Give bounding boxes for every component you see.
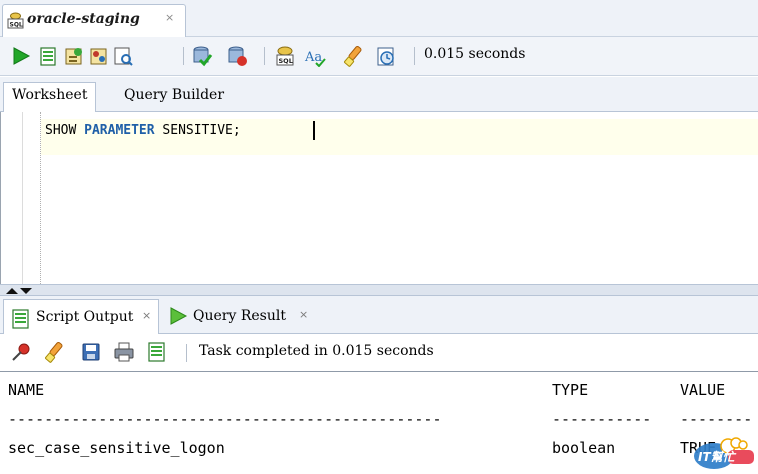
sql-keyword-show: SHOW — [45, 123, 77, 138]
clear-icon[interactable] — [44, 341, 66, 363]
panel-splitter[interactable] — [0, 284, 758, 296]
svg-text:Aa: Aa — [304, 50, 322, 65]
worksheet-tab-strip: Worksheet Query Builder — [0, 77, 758, 112]
svg-text:IT幫忙: IT幫忙 — [698, 450, 737, 464]
separator-name: ----------------------------------------… — [8, 410, 442, 428]
separator-value: -------- — [680, 410, 753, 428]
commit-icon[interactable] — [191, 45, 213, 67]
script-output-area[interactable]: NAME TYPE VALUE ------------------------… — [0, 373, 758, 474]
worksheet-toolbar: SQL Aa 0.015 seconds — [0, 37, 758, 76]
editor-gutter — [1, 112, 23, 284]
column-header-type: TYPE — [552, 381, 589, 399]
fold-margin — [40, 112, 41, 284]
document-tab-title: oracle-staging — [27, 11, 140, 27]
script-output-icon[interactable] — [146, 341, 168, 363]
execution-time: 0.015 seconds — [424, 46, 526, 62]
sql-argument: SENSITIVE; — [162, 123, 241, 138]
column-header-value: VALUE — [680, 381, 726, 399]
task-status-message: Task completed in 0.015 seconds — [199, 343, 434, 359]
tab-query-result-label: Query Result — [193, 308, 286, 324]
column-header-name: NAME — [8, 381, 45, 399]
rollback-icon[interactable] — [226, 45, 248, 67]
script-output-icon — [12, 309, 29, 329]
output-tab-strip: Script Output × Query Result × — [0, 296, 758, 334]
close-icon[interactable]: × — [299, 308, 308, 321]
document-tab-strip: SQL oracle-staging × — [0, 0, 758, 37]
tab-worksheet[interactable]: Worksheet — [3, 82, 97, 112]
svg-text:SQL: SQL — [10, 22, 23, 29]
row-type: boolean — [552, 439, 616, 457]
document-tab-close-icon[interactable]: × — [165, 11, 174, 24]
tab-query-result[interactable]: Query Result × — [166, 301, 326, 331]
explain-plan-icon[interactable] — [88, 45, 110, 67]
sql-code-line: SHOW PARAMETER SENSITIVE; — [45, 123, 241, 138]
tab-script-output-label: Script Output — [36, 309, 134, 325]
splitter-arrows-icon[interactable] — [4, 286, 34, 295]
tab-script-output[interactable]: Script Output × — [3, 299, 159, 334]
output-toolbar: Task completed in 0.015 seconds — [0, 334, 758, 372]
close-icon[interactable]: × — [142, 309, 151, 322]
document-tab-oracle-staging[interactable]: SQL oracle-staging × — [2, 4, 186, 37]
autotrace-icon[interactable] — [63, 45, 85, 67]
svg-text:SQL: SQL — [279, 57, 293, 65]
pin-icon[interactable] — [10, 341, 32, 363]
tab-query-builder[interactable]: Query Builder — [124, 87, 224, 103]
unshared-sql-icon[interactable]: SQL — [274, 45, 296, 67]
sql-keyword-parameter: PARAMETER — [84, 123, 155, 138]
sql-file-icon: SQL — [7, 12, 24, 29]
clear-icon[interactable] — [343, 45, 365, 67]
save-icon[interactable] — [80, 341, 102, 363]
ithome-watermark-logo: IT幫忙 — [694, 437, 754, 469]
separator-type: ----------- — [552, 410, 652, 428]
text-caret — [313, 121, 315, 140]
run-statement-icon[interactable] — [10, 45, 32, 67]
sql-tuning-icon[interactable] — [112, 45, 134, 67]
to-upper-lower-icon[interactable]: Aa — [304, 45, 326, 67]
print-icon[interactable] — [113, 341, 135, 363]
sql-editor[interactable]: SHOW PARAMETER SENSITIVE; — [0, 112, 758, 284]
query-result-icon — [170, 307, 188, 325]
row-name: sec_case_sensitive_logon — [8, 439, 225, 457]
run-script-icon[interactable] — [37, 45, 59, 67]
sql-history-icon[interactable] — [375, 45, 397, 67]
